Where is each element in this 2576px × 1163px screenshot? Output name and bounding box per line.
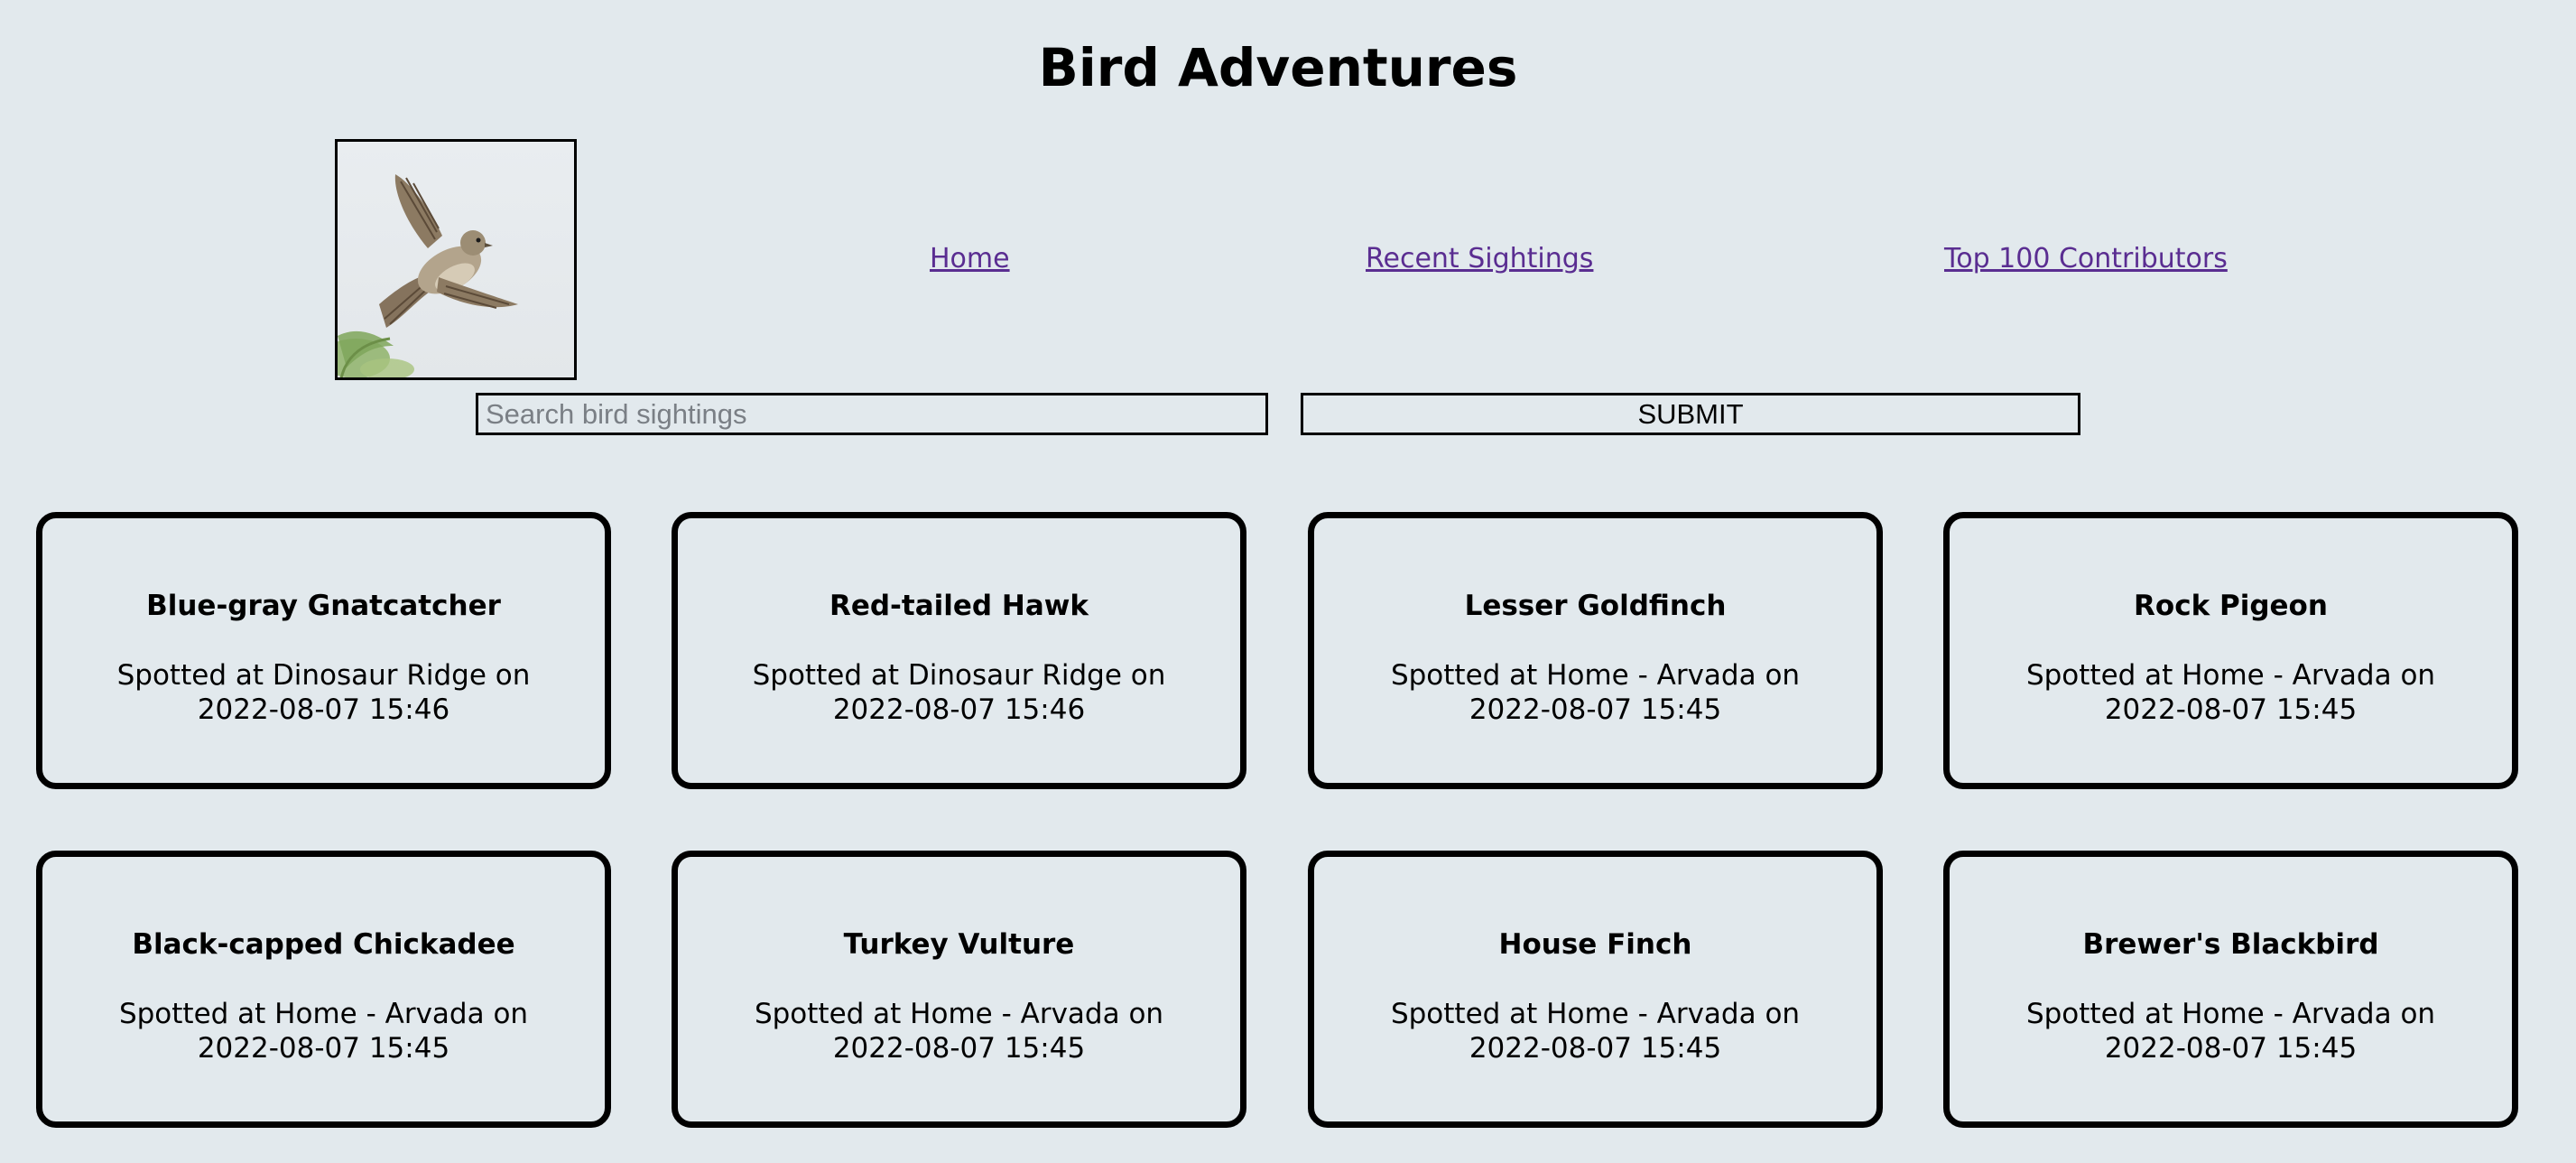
sighting-bird-name: Brewer's Blackbird (2082, 928, 2379, 961)
sighting-bird-name: Red-tailed Hawk (829, 590, 1089, 622)
sighting-details: Spotted at Dinosaur Ridge on 2022-08-07 … (116, 659, 531, 726)
submit-button[interactable]: SUBMIT (1301, 393, 2080, 435)
sighting-details: Spotted at Home - Arvada on 2022-08-07 1… (1390, 998, 1801, 1065)
nav-link-top-contributors[interactable]: Top 100 Contributors (1944, 239, 2228, 279)
sighting-card[interactable]: Blue-gray Gnatcatcher Spotted at Dinosau… (36, 512, 611, 789)
sighting-card[interactable]: Red-tailed Hawk Spotted at Dinosaur Ridg… (672, 512, 1246, 789)
sighting-card[interactable]: Lesser Goldfinch Spotted at Home - Arvad… (1308, 512, 1883, 789)
page-title: Bird Adventures (1038, 37, 1518, 98)
sighting-bird-name: Turkey Vulture (843, 928, 1075, 961)
sparrow-in-flight-photo (338, 174, 518, 377)
sighting-card[interactable]: Rock Pigeon Spotted at Home - Arvada on … (1943, 512, 2518, 789)
sighting-bird-name: Blue-gray Gnatcatcher (146, 590, 501, 622)
sighting-bird-name: Rock Pigeon (2134, 590, 2328, 622)
sighting-bird-name: Lesser Goldfinch (1464, 590, 1727, 622)
sighting-details: Spotted at Home - Arvada on 2022-08-07 1… (2025, 998, 2436, 1065)
sighting-details: Spotted at Home - Arvada on 2022-08-07 1… (2025, 659, 2436, 726)
nav-link-home[interactable]: Home (930, 239, 1010, 279)
search-input[interactable] (476, 393, 1268, 435)
sighting-card[interactable]: Turkey Vulture Spotted at Home - Arvada … (672, 851, 1246, 1128)
sighting-details: Spotted at Home - Arvada on 2022-08-07 1… (754, 998, 1164, 1065)
sighting-card[interactable]: Brewer's Blackbird Spotted at Home - Arv… (1943, 851, 2518, 1128)
sighting-card[interactable]: Black-capped Chickadee Spotted at Home -… (36, 851, 611, 1128)
sighting-details: Spotted at Home - Arvada on 2022-08-07 1… (118, 998, 529, 1065)
sighting-details: Spotted at Home - Arvada on 2022-08-07 1… (1390, 659, 1801, 726)
bird-logo-image (335, 139, 577, 380)
sighting-bird-name: House Finch (1498, 928, 1692, 961)
sighting-bird-name: Black-capped Chickadee (132, 928, 515, 961)
nav-link-recent-sightings[interactable]: Recent Sightings (1366, 239, 1593, 279)
sighting-details: Spotted at Dinosaur Ridge on 2022-08-07 … (752, 659, 1166, 726)
sighting-card[interactable]: House Finch Spotted at Home - Arvada on … (1308, 851, 1883, 1128)
